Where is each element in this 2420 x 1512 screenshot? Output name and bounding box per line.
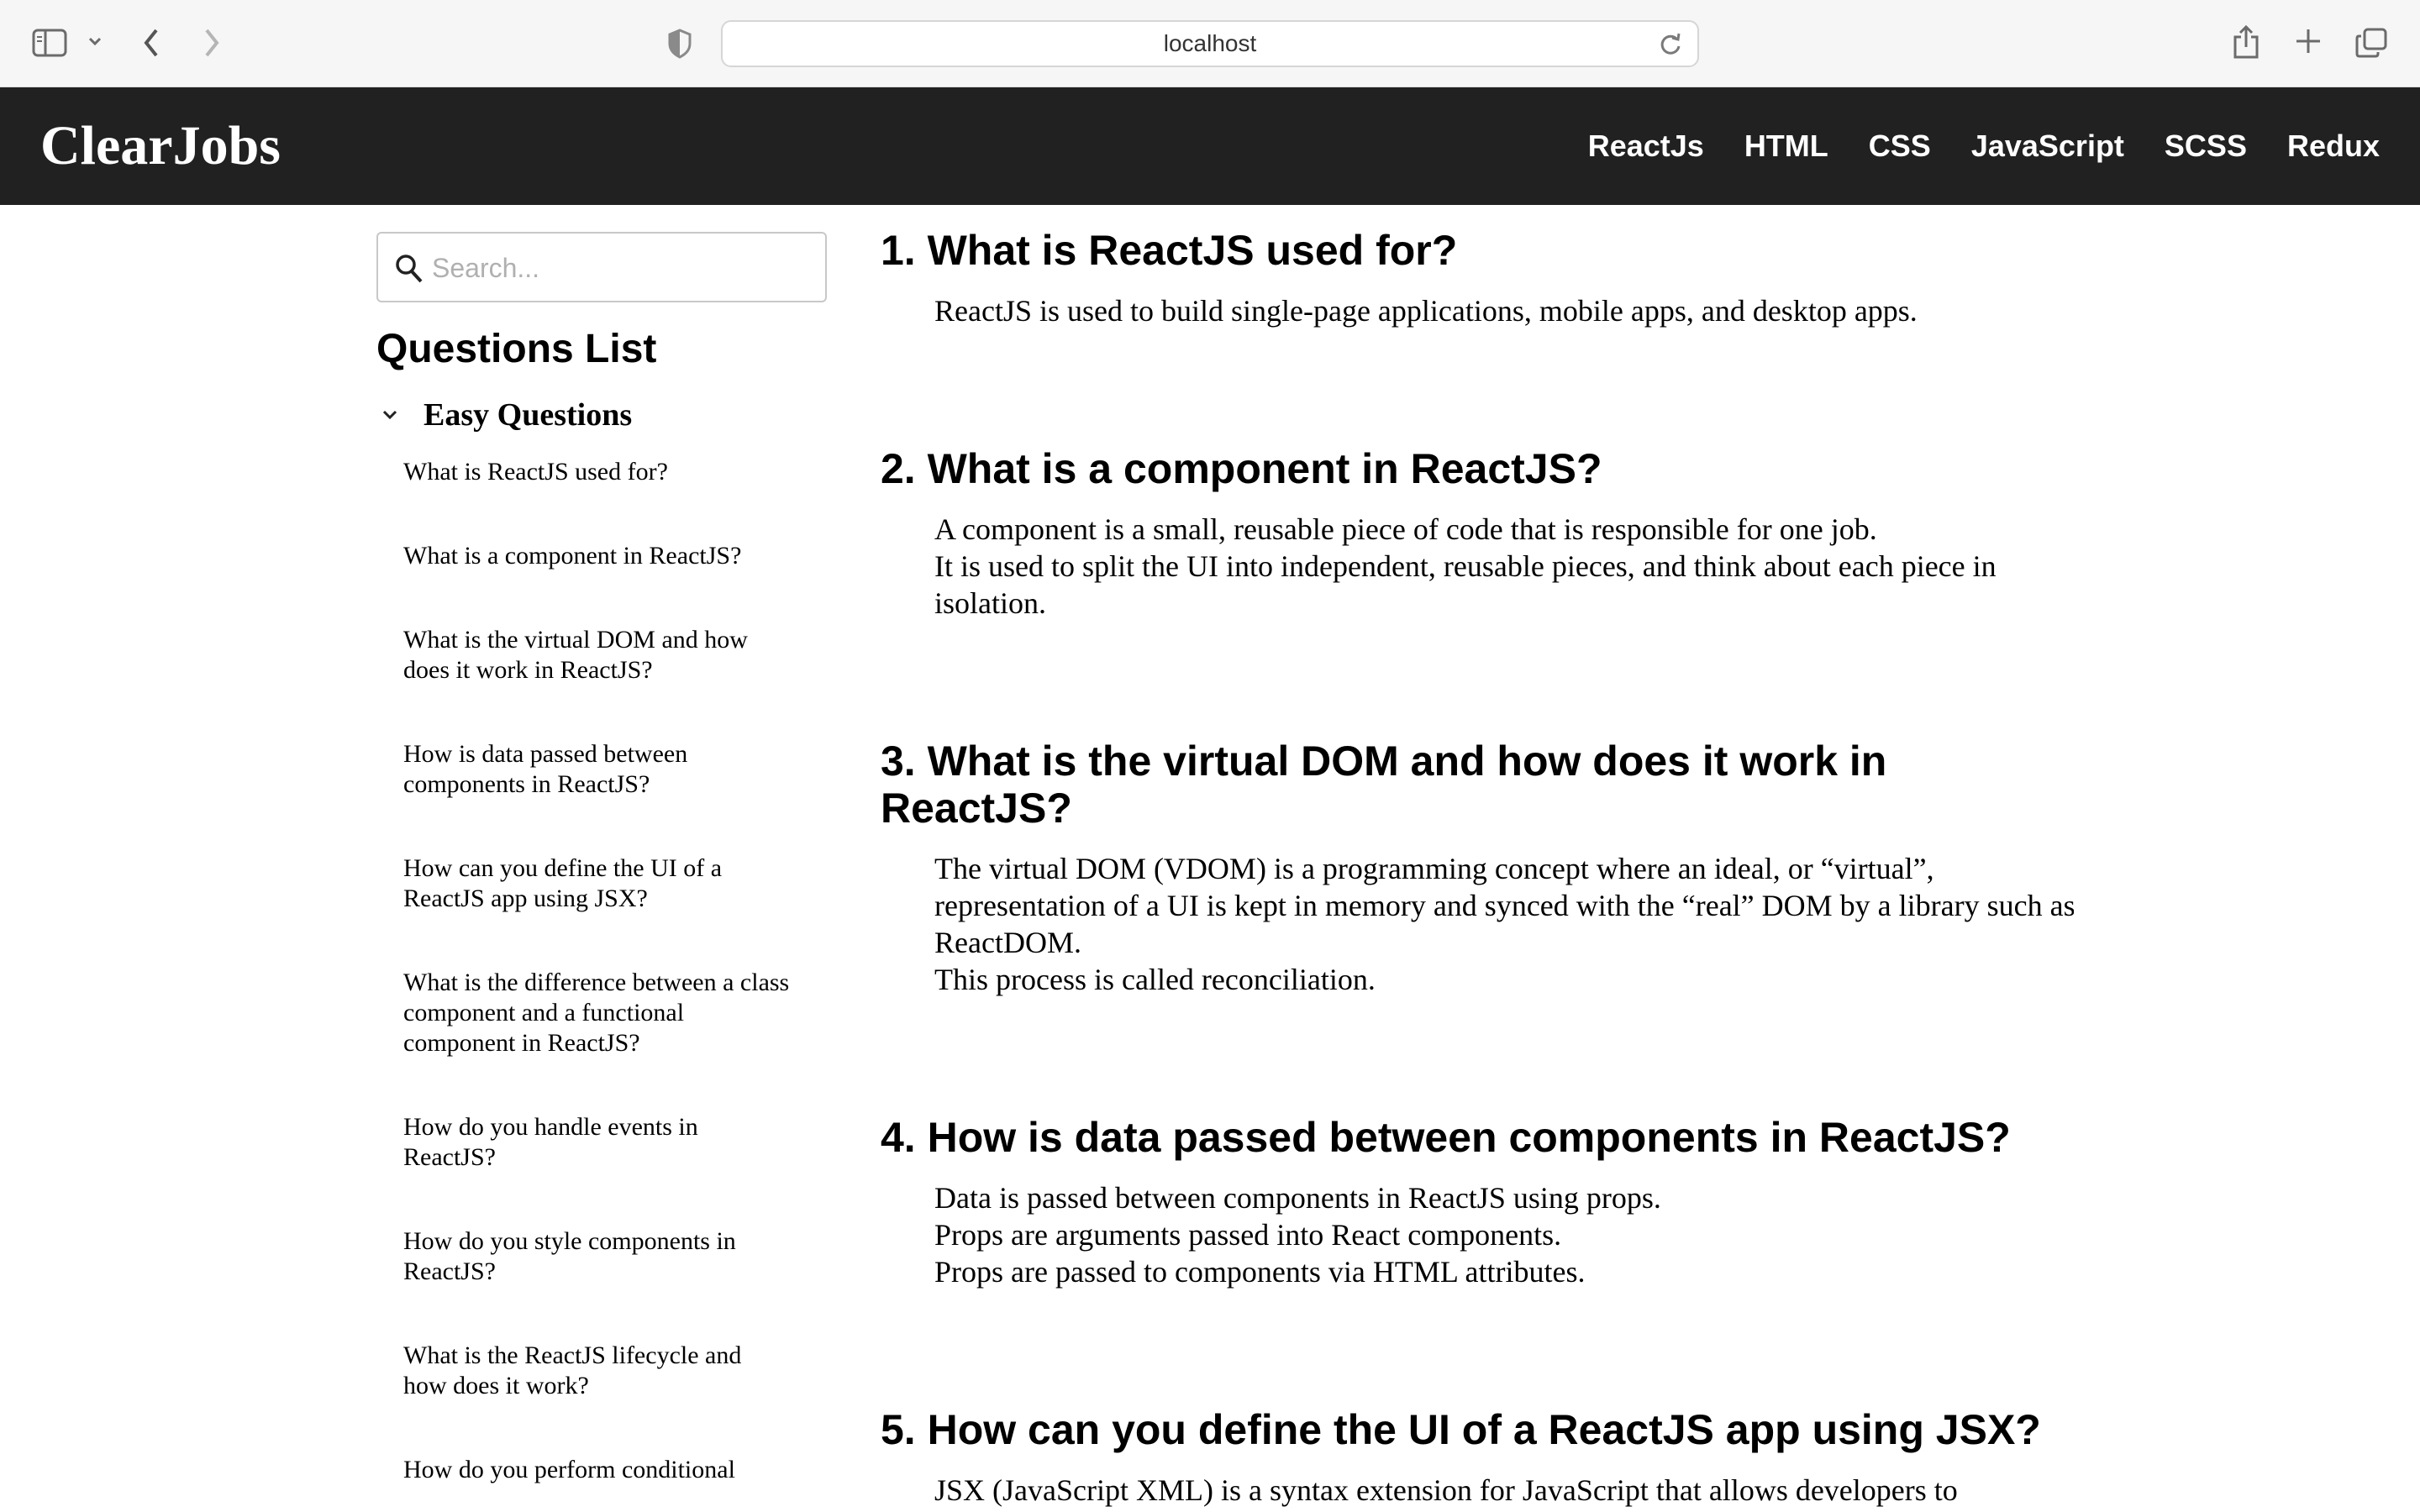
search-input[interactable] (432, 245, 810, 291)
answer-text: The virtual DOM (VDOM) is a programming … (934, 850, 2074, 998)
question-link[interactable]: How do you handle events in ReactJS? (403, 1112, 790, 1173)
questions-list-title: Questions List (376, 327, 657, 371)
question-section: 1. What is ReactJS used for? ReactJS is … (881, 227, 2074, 329)
forward-icon[interactable] (202, 27, 222, 59)
answer-line: Data is passed between components in Rea… (934, 1181, 1661, 1215)
answer-line: A component is a small, reusable piece o… (934, 512, 1877, 546)
question-link[interactable]: How can you define the UI of a ReactJS a… (403, 853, 790, 914)
main-nav: ReactJs HTML CSS JavaScript SCSS Redux (1588, 128, 2380, 165)
answer-line: It is used to split the UI into independ… (934, 549, 1996, 620)
question-link[interactable]: How do you style components in ReactJS? (403, 1226, 790, 1287)
answer-text: JSX (JavaScript XML) is a syntax extensi… (934, 1472, 2074, 1509)
sidebar-toggle-icon[interactable] (32, 29, 67, 57)
question-link[interactable]: What is the difference between a class c… (403, 968, 790, 1058)
privacy-shield-icon[interactable] (667, 29, 692, 59)
tab-overview-icon[interactable] (2354, 27, 2388, 59)
questions-list: What is ReactJS used for? What is a comp… (403, 457, 790, 1512)
question-title: 5. How can you define the UI of a ReactJ… (881, 1406, 2041, 1453)
nav-link-html[interactable]: HTML (1744, 128, 1828, 165)
answer-line: The virtual DOM (VDOM) is a programming … (934, 852, 2074, 959)
question-link[interactable]: How do you perform conditional (403, 1455, 790, 1485)
answer-text: ReactJS is used to build single-page app… (934, 292, 2074, 329)
answer-text: Data is passed between components in Rea… (934, 1179, 2074, 1290)
answer-line: This process is called reconciliation. (934, 963, 1376, 996)
question-title: 3. What is the virtual DOM and how does … (881, 738, 1887, 832)
nav-link-css[interactable]: CSS (1869, 128, 1931, 165)
search-box[interactable] (376, 232, 827, 302)
back-icon[interactable] (141, 27, 161, 59)
answer-line: Props are arguments passed into React co… (934, 1218, 1562, 1252)
brand-logo[interactable]: ClearJobs (40, 113, 281, 180)
question-title: 1. What is ReactJS used for? (881, 227, 1458, 274)
share-icon[interactable] (2232, 24, 2260, 60)
questions-sidebar: Questions List Easy Questions What is Re… (376, 205, 827, 1512)
url-text: localhost (1163, 30, 1257, 56)
answer-line: JSX (JavaScript XML) is a syntax extensi… (934, 1473, 1958, 1507)
question-section: 3. What is the virtual DOM and how does … (881, 738, 2074, 998)
question-link[interactable]: What is the ReactJS lifecycle and how do… (403, 1341, 790, 1401)
easy-questions-label: Easy Questions (424, 397, 633, 433)
nav-link-javascript[interactable]: JavaScript (1971, 128, 2124, 165)
chevron-down-icon (376, 409, 403, 421)
address-bar[interactable]: localhost (721, 20, 1699, 67)
new-tab-icon[interactable] (2294, 27, 2323, 55)
question-section: 5. How can you define the UI of a ReactJ… (881, 1406, 2074, 1509)
nav-link-redux[interactable]: Redux (2287, 128, 2380, 165)
question-link[interactable]: What is the virtual DOM and how does it … (403, 625, 790, 685)
question-link[interactable]: How is data passed between components in… (403, 739, 790, 800)
question-title: 4. How is data passed between components… (881, 1114, 2011, 1161)
answer-line: ReactJS is used to build single-page app… (934, 294, 1918, 328)
answer-line: Props are passed to components via HTML … (934, 1255, 1586, 1289)
chevron-down-icon[interactable] (87, 35, 103, 47)
questions-content: 1. What is ReactJS used for? ReactJS is … (881, 205, 2074, 1512)
question-link[interactable]: What is ReactJS used for? (403, 457, 790, 487)
nav-link-scss[interactable]: SCSS (2165, 128, 2247, 165)
nav-link-reactjs[interactable]: ReactJs (1588, 128, 1704, 165)
easy-questions-toggle[interactable]: Easy Questions (376, 393, 632, 437)
search-icon (395, 254, 424, 288)
question-section: 4. How is data passed between components… (881, 1114, 2074, 1290)
reload-icon[interactable] (1659, 32, 1682, 63)
question-title: 2. What is a component in ReactJS? (881, 445, 1602, 492)
question-link[interactable]: What is a component in ReactJS? (403, 541, 790, 571)
answer-text: A component is a small, reusable piece o… (934, 511, 2074, 622)
question-section: 2. What is a component in ReactJS? A com… (881, 445, 2074, 622)
browser-toolbar: localhost (0, 0, 2420, 87)
site-header: ClearJobs ReactJs HTML CSS JavaScript SC… (0, 87, 2420, 205)
